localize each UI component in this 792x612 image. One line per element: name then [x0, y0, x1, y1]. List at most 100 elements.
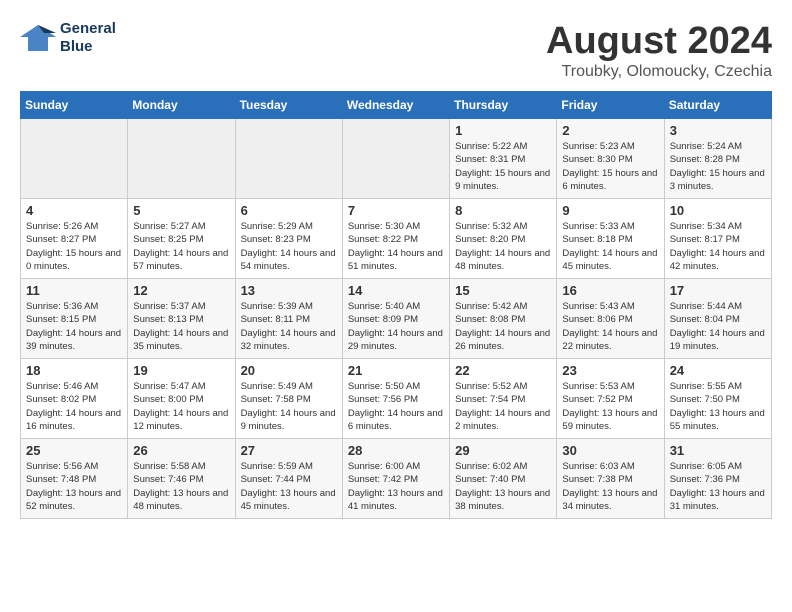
calendar-cell: 14 Sunrise: 5:40 AMSunset: 8:09 PMDayligh…: [342, 279, 449, 359]
calendar-subtitle: Troubky, Olomoucky, Czechia: [546, 63, 772, 81]
day-info: Sunrise: 6:03 AMSunset: 7:38 PMDaylight:…: [562, 460, 658, 513]
calendar-cell: 7 Sunrise: 5:30 AMSunset: 8:22 PMDaylight…: [342, 199, 449, 279]
calendar-cell: [128, 119, 235, 199]
day-number: 24: [670, 363, 766, 378]
col-header-tuesday: Tuesday: [235, 92, 342, 119]
calendar-cell: 30 Sunrise: 6:03 AMSunset: 7:38 PMDayligh…: [557, 439, 664, 519]
day-info: Sunrise: 5:37 AMSunset: 8:13 PMDaylight:…: [133, 300, 229, 353]
day-number: 18: [26, 363, 122, 378]
day-info: Sunrise: 5:49 AMSunset: 7:58 PMDaylight:…: [241, 380, 337, 433]
day-info: Sunrise: 5:59 AMSunset: 7:44 PMDaylight:…: [241, 460, 337, 513]
calendar-cell: 26 Sunrise: 5:58 AMSunset: 7:46 PMDayligh…: [128, 439, 235, 519]
day-number: 23: [562, 363, 658, 378]
day-info: Sunrise: 5:27 AMSunset: 8:25 PMDaylight:…: [133, 220, 229, 273]
calendar-cell: 31 Sunrise: 6:05 AMSunset: 7:36 PMDayligh…: [664, 439, 771, 519]
day-info: Sunrise: 5:39 AMSunset: 8:11 PMDaylight:…: [241, 300, 337, 353]
day-number: 11: [26, 283, 122, 298]
day-info: Sunrise: 6:00 AMSunset: 7:42 PMDaylight:…: [348, 460, 444, 513]
day-number: 5: [133, 203, 229, 218]
calendar-cell: 4 Sunrise: 5:26 AMSunset: 8:27 PMDaylight…: [21, 199, 128, 279]
calendar-cell: 22 Sunrise: 5:52 AMSunset: 7:54 PMDayligh…: [450, 359, 557, 439]
day-info: Sunrise: 5:22 AMSunset: 8:31 PMDaylight:…: [455, 140, 551, 193]
day-info: Sunrise: 5:23 AMSunset: 8:30 PMDaylight:…: [562, 140, 658, 193]
day-info: Sunrise: 5:36 AMSunset: 8:15 PMDaylight:…: [26, 300, 122, 353]
day-info: Sunrise: 5:43 AMSunset: 8:06 PMDaylight:…: [562, 300, 658, 353]
day-info: Sunrise: 5:58 AMSunset: 7:46 PMDaylight:…: [133, 460, 229, 513]
day-info: Sunrise: 5:47 AMSunset: 8:00 PMDaylight:…: [133, 380, 229, 433]
col-header-wednesday: Wednesday: [342, 92, 449, 119]
day-number: 8: [455, 203, 551, 218]
day-number: 3: [670, 123, 766, 138]
day-info: Sunrise: 5:24 AMSunset: 8:28 PMDaylight:…: [670, 140, 766, 193]
col-header-monday: Monday: [128, 92, 235, 119]
col-header-friday: Friday: [557, 92, 664, 119]
day-info: Sunrise: 5:50 AMSunset: 7:56 PMDaylight:…: [348, 380, 444, 433]
day-info: Sunrise: 5:26 AMSunset: 8:27 PMDaylight:…: [26, 220, 122, 273]
calendar-cell: 8 Sunrise: 5:32 AMSunset: 8:20 PMDaylight…: [450, 199, 557, 279]
col-header-sunday: Sunday: [21, 92, 128, 119]
day-number: 16: [562, 283, 658, 298]
calendar-cell: 29Sunrise: 6:02 AMSunset: 7:40 PMDayligh…: [450, 439, 557, 519]
calendar-cell: 9 Sunrise: 5:33 AMSunset: 8:18 PMDaylight…: [557, 199, 664, 279]
day-info: Sunrise: 5:29 AMSunset: 8:23 PMDaylight:…: [241, 220, 337, 273]
day-info: Sunrise: 5:42 AMSunset: 8:08 PMDaylight:…: [455, 300, 551, 353]
day-number: 2: [562, 123, 658, 138]
logo: General Blue: [20, 20, 116, 56]
logo-icon: [20, 23, 56, 53]
day-info: Sunrise: 5:56 AMSunset: 7:48 PMDaylight:…: [26, 460, 122, 513]
calendar-cell: [342, 119, 449, 199]
header: General Blue August 2024 Troubky, Olomou…: [20, 20, 772, 81]
calendar-cell: 15Sunrise: 5:42 AMSunset: 8:08 PMDayligh…: [450, 279, 557, 359]
calendar-cell: 16 Sunrise: 5:43 AMSunset: 8:06 PMDayligh…: [557, 279, 664, 359]
day-info: Sunrise: 6:05 AMSunset: 7:36 PMDaylight:…: [670, 460, 766, 513]
day-number: 29: [455, 443, 551, 458]
calendar-cell: 1 Sunrise: 5:22 AMSunset: 8:31 PMDaylight…: [450, 119, 557, 199]
calendar-cell: [21, 119, 128, 199]
day-info: Sunrise: 5:44 AMSunset: 8:04 PMDaylight:…: [670, 300, 766, 353]
calendar-cell: 28 Sunrise: 6:00 AMSunset: 7:42 PMDayligh…: [342, 439, 449, 519]
calendar-cell: 12Sunrise: 5:37 AMSunset: 8:13 PMDayligh…: [128, 279, 235, 359]
day-number: 13: [241, 283, 337, 298]
calendar-cell: 25 Sunrise: 5:56 AMSunset: 7:48 PMDayligh…: [21, 439, 128, 519]
calendar-cell: 19 Sunrise: 5:47 AMSunset: 8:00 PMDayligh…: [128, 359, 235, 439]
day-number: 9: [562, 203, 658, 218]
day-number: 25: [26, 443, 122, 458]
day-number: 30: [562, 443, 658, 458]
day-number: 7: [348, 203, 444, 218]
day-number: 4: [26, 203, 122, 218]
col-header-saturday: Saturday: [664, 92, 771, 119]
calendar-cell: 18 Sunrise: 5:46 AMSunset: 8:02 PMDayligh…: [21, 359, 128, 439]
calendar-cell: 20Sunrise: 5:49 AMSunset: 7:58 PMDayligh…: [235, 359, 342, 439]
calendar-table: SundayMondayTuesdayWednesdayThursdayFrid…: [20, 91, 772, 519]
day-number: 14: [348, 283, 444, 298]
day-number: 31: [670, 443, 766, 458]
col-header-thursday: Thursday: [450, 92, 557, 119]
day-number: 26: [133, 443, 229, 458]
day-number: 17: [670, 283, 766, 298]
calendar-cell: 24Sunrise: 5:55 AMSunset: 7:50 PMDayligh…: [664, 359, 771, 439]
day-info: Sunrise: 5:40 AMSunset: 8:09 PMDaylight:…: [348, 300, 444, 353]
calendar-cell: 23 Sunrise: 5:53 AMSunset: 7:52 PMDayligh…: [557, 359, 664, 439]
calendar-cell: 17 Sunrise: 5:44 AMSunset: 8:04 PMDayligh…: [664, 279, 771, 359]
calendar-cell: 6 Sunrise: 5:29 AMSunset: 8:23 PMDaylight…: [235, 199, 342, 279]
day-number: 1: [455, 123, 551, 138]
calendar-cell: 3 Sunrise: 5:24 AMSunset: 8:28 PMDaylight…: [664, 119, 771, 199]
logo-text: General Blue: [60, 20, 116, 56]
calendar-cell: 21Sunrise: 5:50 AMSunset: 7:56 PMDayligh…: [342, 359, 449, 439]
title-area: August 2024 Troubky, Olomoucky, Czechia: [546, 20, 772, 81]
day-info: Sunrise: 5:52 AMSunset: 7:54 PMDaylight:…: [455, 380, 551, 433]
day-number: 22: [455, 363, 551, 378]
day-number: 6: [241, 203, 337, 218]
day-info: Sunrise: 5:30 AMSunset: 8:22 PMDaylight:…: [348, 220, 444, 273]
day-number: 28: [348, 443, 444, 458]
day-info: Sunrise: 5:32 AMSunset: 8:20 PMDaylight:…: [455, 220, 551, 273]
day-info: Sunrise: 5:46 AMSunset: 8:02 PMDaylight:…: [26, 380, 122, 433]
day-number: 27: [241, 443, 337, 458]
day-info: Sunrise: 5:33 AMSunset: 8:18 PMDaylight:…: [562, 220, 658, 273]
calendar-cell: [235, 119, 342, 199]
calendar-cell: 5 Sunrise: 5:27 AMSunset: 8:25 PMDaylight…: [128, 199, 235, 279]
calendar-title: August 2024: [546, 20, 772, 63]
calendar-cell: 27 Sunrise: 5:59 AMSunset: 7:44 PMDayligh…: [235, 439, 342, 519]
day-number: 19: [133, 363, 229, 378]
day-info: Sunrise: 5:53 AMSunset: 7:52 PMDaylight:…: [562, 380, 658, 433]
